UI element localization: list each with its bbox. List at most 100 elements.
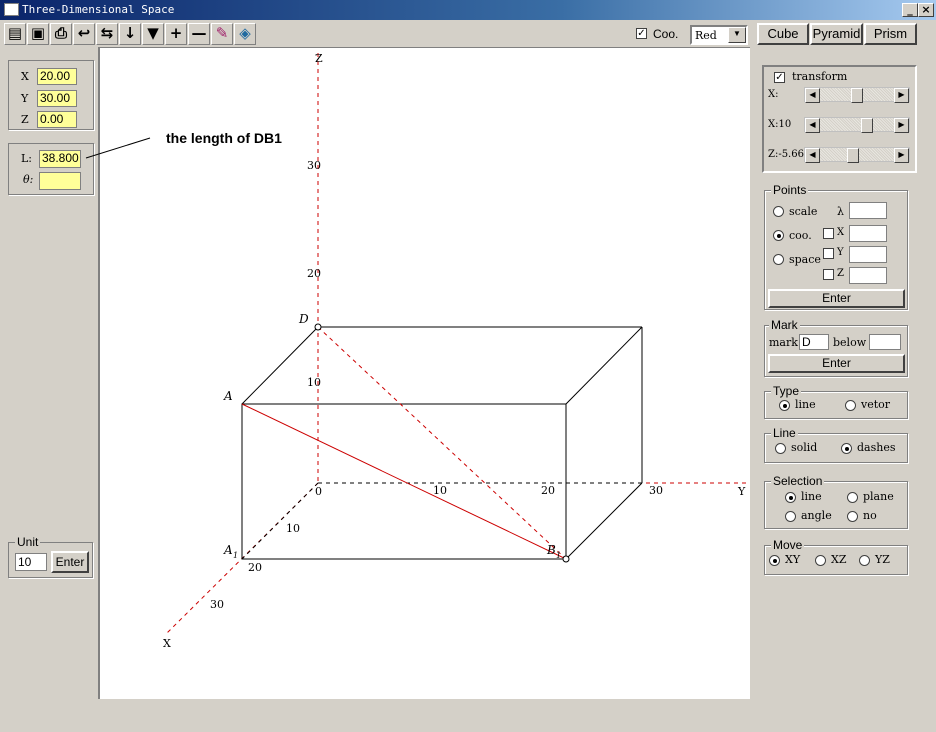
y-checkbox[interactable] — [823, 248, 834, 259]
type-vetor-radio[interactable] — [845, 400, 856, 411]
points-enter-button[interactable]: Enter — [768, 289, 905, 308]
paint-icon[interactable]: ✎ — [211, 23, 233, 45]
slider-left-arrow-icon[interactable]: ◀ — [805, 118, 820, 133]
scale-radio[interactable] — [773, 206, 784, 217]
move-xy-radio[interactable] — [769, 555, 780, 566]
below-field[interactable] — [869, 334, 901, 350]
funnel-icon[interactable]: ▼ — [142, 23, 164, 45]
unit-panel: Unit 10 Enter — [8, 536, 93, 578]
x-coord-field[interactable]: 20.00 — [37, 68, 77, 85]
color-select-value: Red — [695, 29, 717, 42]
selection-angle-label: angle — [801, 509, 832, 522]
minus-icon[interactable]: — — [188, 23, 210, 45]
annotation-text: the length of DB1 — [166, 130, 282, 146]
y-coord-label: Y — [21, 92, 29, 105]
slider-y[interactable]: ◀ ▶ — [804, 117, 910, 133]
space-radio[interactable] — [773, 254, 784, 265]
minimize-button[interactable]: _ — [902, 3, 918, 17]
x-checkbox-label: X — [837, 227, 845, 238]
y-tick-10: 10 — [433, 484, 447, 497]
slider-x[interactable]: ◀ ▶ — [804, 87, 910, 103]
coo-radio[interactable] — [773, 230, 784, 241]
move-xz-label: XZ — [831, 553, 847, 566]
type-title: Type — [771, 384, 802, 398]
mark-title: Mark — [769, 318, 800, 332]
slider-z[interactable]: ◀ ▶ — [804, 147, 910, 163]
lambda-field[interactable] — [849, 202, 887, 219]
length-field[interactable]: 38.800 — [39, 150, 81, 168]
mark-field[interactable]: D — [799, 334, 829, 350]
z-axis-label: Z — [315, 52, 323, 65]
coords-panel: X 20.00 Y 30.00 Z 0.00 — [8, 60, 94, 130]
coo-radio-label: coo. — [789, 229, 812, 242]
save-icon[interactable]: ▣ — [27, 23, 49, 45]
plus-icon[interactable]: + — [165, 23, 187, 45]
selection-plane-radio[interactable] — [847, 492, 858, 503]
selection-no-radio[interactable] — [847, 511, 858, 522]
type-vetor-label: vetor — [861, 398, 891, 411]
slider-left-arrow-icon[interactable]: ◀ — [805, 88, 820, 103]
slider-left-arrow-icon[interactable]: ◀ — [805, 148, 820, 163]
point-z-field[interactable] — [849, 267, 887, 284]
z-tick-30: 30 — [307, 159, 321, 172]
coo-label: Coo. — [653, 27, 679, 41]
mark-enter-button[interactable]: Enter — [768, 354, 905, 373]
transform-icon[interactable]: ◈ — [234, 23, 256, 45]
move-group: Move XY XZ YZ — [764, 539, 908, 575]
color-select[interactable]: Red ▼ — [690, 25, 748, 45]
slider-thumb[interactable] — [851, 88, 863, 103]
slider-thumb[interactable] — [847, 148, 859, 163]
slider-right-arrow-icon[interactable]: ▶ — [894, 88, 909, 103]
line-group: Line solid dashes — [764, 427, 908, 463]
x-checkbox[interactable] — [823, 228, 834, 239]
points-title: Points — [771, 183, 809, 197]
unit-field[interactable]: 10 — [15, 553, 47, 571]
chevron-down-icon[interactable]: ▼ — [728, 27, 746, 43]
selection-plane-label: plane — [863, 490, 894, 503]
slider-z-label: Z:-5.66 — [768, 149, 804, 160]
close-icon[interactable]: × — [918, 3, 934, 17]
selection-line-label: line — [801, 490, 822, 503]
point-y-field[interactable] — [849, 246, 887, 263]
type-group: Type line vetor — [764, 385, 908, 419]
unit-label: Unit — [15, 535, 41, 549]
slider-right-arrow-icon[interactable]: ▶ — [894, 118, 909, 133]
undo-arrow-icon[interactable]: ↩ — [73, 23, 95, 45]
line-dashes-radio[interactable] — [841, 443, 852, 454]
down-arrow-icon[interactable]: ↓ — [119, 23, 141, 45]
z-tick-10: 10 — [307, 376, 321, 389]
point-x-field[interactable] — [849, 225, 887, 242]
point-a-label: A — [223, 389, 233, 403]
print-icon[interactable]: ⎙ — [50, 23, 72, 45]
length-label: L: — [21, 152, 33, 165]
move-yz-radio[interactable] — [859, 555, 870, 566]
cube-button[interactable]: Cube — [757, 23, 809, 45]
move-xz-radio[interactable] — [815, 555, 826, 566]
open-icon[interactable]: ▤ — [4, 23, 26, 45]
z-checkbox-label: Z — [837, 268, 844, 279]
x-axis-label: X — [163, 637, 171, 650]
selection-angle-radio[interactable] — [785, 511, 796, 522]
unit-enter-button[interactable]: Enter — [51, 551, 89, 573]
align-icon[interactable]: ⇆ — [96, 23, 118, 45]
transform-label: transform — [792, 70, 848, 83]
selection-group: Selection line plane angle no — [764, 475, 908, 529]
slider-x-label: X: — [768, 89, 779, 100]
pyramid-button[interactable]: Pyramid — [810, 23, 863, 45]
slider-thumb[interactable] — [861, 118, 873, 133]
edge-top-right — [565, 326, 643, 405]
line-solid-radio[interactable] — [775, 443, 786, 454]
slider-right-arrow-icon[interactable]: ▶ — [894, 148, 909, 163]
selection-line-radio[interactable] — [785, 492, 796, 503]
type-line-radio[interactable] — [779, 400, 790, 411]
line-title: Line — [771, 426, 798, 440]
prism-button[interactable]: Prism — [864, 23, 917, 45]
y-coord-field[interactable]: 30.00 — [37, 90, 77, 107]
transform-checkbox[interactable]: ✓ — [774, 72, 785, 83]
z-coord-field[interactable]: 0.00 — [37, 111, 77, 128]
z-checkbox[interactable] — [823, 269, 834, 280]
theta-field[interactable] — [39, 172, 81, 190]
y-tick-30: 30 — [649, 484, 663, 497]
y-axis-label: Y — [737, 485, 746, 498]
coo-checkbox[interactable]: ✓ — [636, 28, 647, 39]
